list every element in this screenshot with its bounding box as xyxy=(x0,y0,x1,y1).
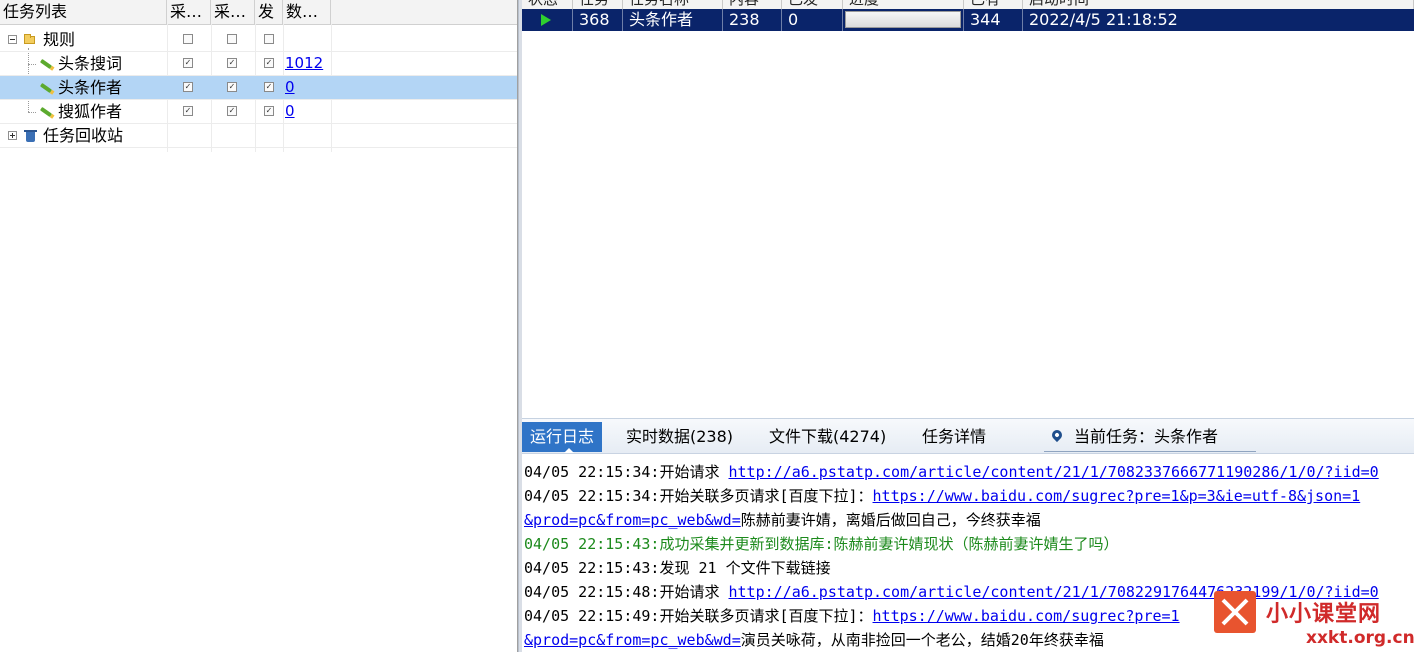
current-task-label: 当前任务：头条作者 xyxy=(1074,427,1219,446)
checkbox-collect-1[interactable]: ✓ xyxy=(183,58,193,68)
done-cell: 0 xyxy=(782,9,843,31)
log-url-link[interactable]: &prod=pc&from=pc_web&wd= xyxy=(524,511,741,529)
log-text: 04/05 22:15:34:开始关联多页请求[百度下拉]： xyxy=(524,487,873,505)
pencil-icon xyxy=(39,106,53,118)
checkbox-publish[interactable] xyxy=(264,34,274,44)
header-task-list[interactable]: 任务列表 xyxy=(0,0,167,24)
collapse-icon[interactable] xyxy=(8,35,17,44)
folder-icon xyxy=(24,34,35,44)
tree-row-toutiao-authors[interactable]: 头条作者 ✓ ✓ ✓ 0 xyxy=(0,76,517,100)
checkbox-collect-2[interactable]: ✓ xyxy=(227,82,237,92)
tab-realtime-data[interactable]: 实时数据(238) xyxy=(626,422,733,452)
watermark-domain: xxkt.org.cn xyxy=(1306,628,1414,648)
checkbox-collect-1[interactable]: ✓ xyxy=(183,82,193,92)
log-text: 04/05 22:15:34:开始请求 xyxy=(524,463,729,481)
log-line: &prod=pc&from=pc_web&wd=演员关咏荷，从南非捡回一个老公，… xyxy=(524,628,1412,652)
expand-icon[interactable] xyxy=(8,131,17,140)
checkbox-publish[interactable]: ✓ xyxy=(264,82,274,92)
count-link[interactable]: 0 xyxy=(285,78,295,96)
existing-cell: 344 xyxy=(964,9,1023,31)
log-url-link[interactable]: &prod=pc&from=pc_web&wd= xyxy=(524,631,741,649)
log-line: 04/05 22:15:34:开始请求 http://a6.pstatp.com… xyxy=(524,460,1412,484)
tab-file-download[interactable]: 文件下载(4274) xyxy=(769,422,886,452)
content-cell: 238 xyxy=(723,9,782,31)
current-task-indicator: 当前任务：头条作者 xyxy=(1044,422,1256,452)
log-text: 04/05 22:15:43:发现 21 个文件下载链接 xyxy=(524,559,831,577)
log-text: 演员关咏荷，从南非捡回一个老公，结婚20年终获幸福 xyxy=(740,631,1104,649)
tree-label: 规则 xyxy=(43,30,76,49)
log-text: 04/05 22:15:49:开始关联多页请求[百度下拉]： xyxy=(524,607,873,625)
task-id-cell: 368 xyxy=(573,9,623,31)
checkbox-publish[interactable]: ✓ xyxy=(264,106,274,116)
progress-bar xyxy=(845,11,961,28)
tree-row-rules[interactable]: 规则 xyxy=(0,28,517,52)
header-collect-2[interactable]: 采… xyxy=(211,0,255,24)
log-line: &prod=pc&from=pc_web&wd=陈赫前妻许婧，离婚后做回自己，今… xyxy=(524,508,1412,532)
log-line: 04/05 22:15:43:成功采集并更新到数据库:陈赫前妻许婧现状（陈赫前妻… xyxy=(524,532,1412,556)
tree-row-recycle-bin[interactable]: 任务回收站 xyxy=(0,124,517,148)
status-cell xyxy=(522,9,573,31)
log-text: 04/05 22:15:43:成功采集并更新到数据库:陈赫前妻许婧现状（陈赫前妻… xyxy=(524,535,1119,553)
tree-header: 任务列表 采… 采… 发 数… xyxy=(0,0,517,25)
checkbox-collect-1[interactable] xyxy=(183,34,193,44)
header-progress[interactable]: 进度 xyxy=(843,0,964,9)
tree-row-toutiao-keywords[interactable]: 头条搜词 ✓ ✓ ✓ 1012 xyxy=(0,52,517,76)
tree-label: 任务回收站 xyxy=(43,126,124,145)
log-line: 04/05 22:15:43:发现 21 个文件下载链接 xyxy=(524,556,1412,580)
log-url-link[interactable]: https://www.baidu.com/sugrec?pre=1&p=3&i… xyxy=(873,487,1361,505)
tree-label: 搜狐作者 xyxy=(58,102,123,121)
header-count[interactable]: 数… xyxy=(283,0,331,24)
watermark-logo-icon xyxy=(1214,591,1256,633)
tree-label: 头条作者 xyxy=(58,78,123,97)
tree-label: 头条搜词 xyxy=(58,54,123,73)
header-collect-1[interactable]: 采… xyxy=(167,0,211,24)
pencil-icon xyxy=(39,58,53,70)
log-line: 04/05 22:15:34:开始关联多页请求[百度下拉]：https://ww… xyxy=(524,484,1412,508)
tab-task-details[interactable]: 任务详情 xyxy=(922,422,986,452)
count-link[interactable]: 0 xyxy=(285,102,295,120)
watermark-name: 小小课堂网 xyxy=(1266,602,1382,627)
header-start-time[interactable]: 启动时间 xyxy=(1023,0,1414,9)
count-link[interactable]: 1012 xyxy=(285,54,323,72)
log-url-link[interactable]: http://a6.pstatp.com/article/content/21/… xyxy=(729,463,1379,481)
start-time-cell: 2022/4/5 21:18:52 xyxy=(1029,10,1178,29)
tree-row-sohu-authors[interactable]: 搜狐作者 ✓ ✓ ✓ 0 xyxy=(0,100,517,124)
task-tree-panel: 任务列表 采… 采… 发 数… 规则 头条搜词 ✓ ✓ ✓ 1012 头条作者 … xyxy=(0,0,518,652)
checkbox-collect-1[interactable]: ✓ xyxy=(183,106,193,116)
log-url-link[interactable]: https://www.baidu.com/sugrec?pre=1 xyxy=(873,607,1180,625)
header-status[interactable]: 状态 xyxy=(522,0,573,9)
checkbox-collect-2[interactable]: ✓ xyxy=(227,106,237,116)
header-task-name[interactable]: 任务名称 xyxy=(623,0,723,9)
task-name-cell: 头条作者 xyxy=(623,9,723,31)
checkbox-collect-2[interactable]: ✓ xyxy=(227,58,237,68)
log-tabs: 运行日志 实时数据(238) 文件下载(4274) 任务详情 当前任务：头条作者 xyxy=(522,419,1414,454)
header-task[interactable]: 任务 xyxy=(573,0,623,9)
header-publish[interactable]: 发 xyxy=(255,0,283,24)
location-pin-icon xyxy=(1049,427,1065,443)
running-tasks-grid: 状态 任务 任务名称 内容 已发 进度 已有 启动时间 368 头条作者 238… xyxy=(522,0,1414,418)
pencil-icon xyxy=(39,82,53,94)
checkbox-publish[interactable]: ✓ xyxy=(264,58,274,68)
log-text: 04/05 22:15:48:开始请求 xyxy=(524,583,729,601)
running-icon xyxy=(541,14,551,26)
header-done[interactable]: 已发 xyxy=(782,0,843,9)
log-text: 陈赫前妻许婧，离婚后做回自己，今终获幸福 xyxy=(740,511,1041,529)
task-row[interactable]: 368 头条作者 238 0 344 2022/4/5 21:18:52 xyxy=(522,9,1414,31)
checkbox-collect-2[interactable] xyxy=(227,34,237,44)
tab-run-log[interactable]: 运行日志 xyxy=(522,422,603,453)
header-content[interactable]: 内容 xyxy=(723,0,782,9)
recycle-bin-icon xyxy=(24,130,37,142)
header-existing[interactable]: 已有 xyxy=(964,0,1023,9)
